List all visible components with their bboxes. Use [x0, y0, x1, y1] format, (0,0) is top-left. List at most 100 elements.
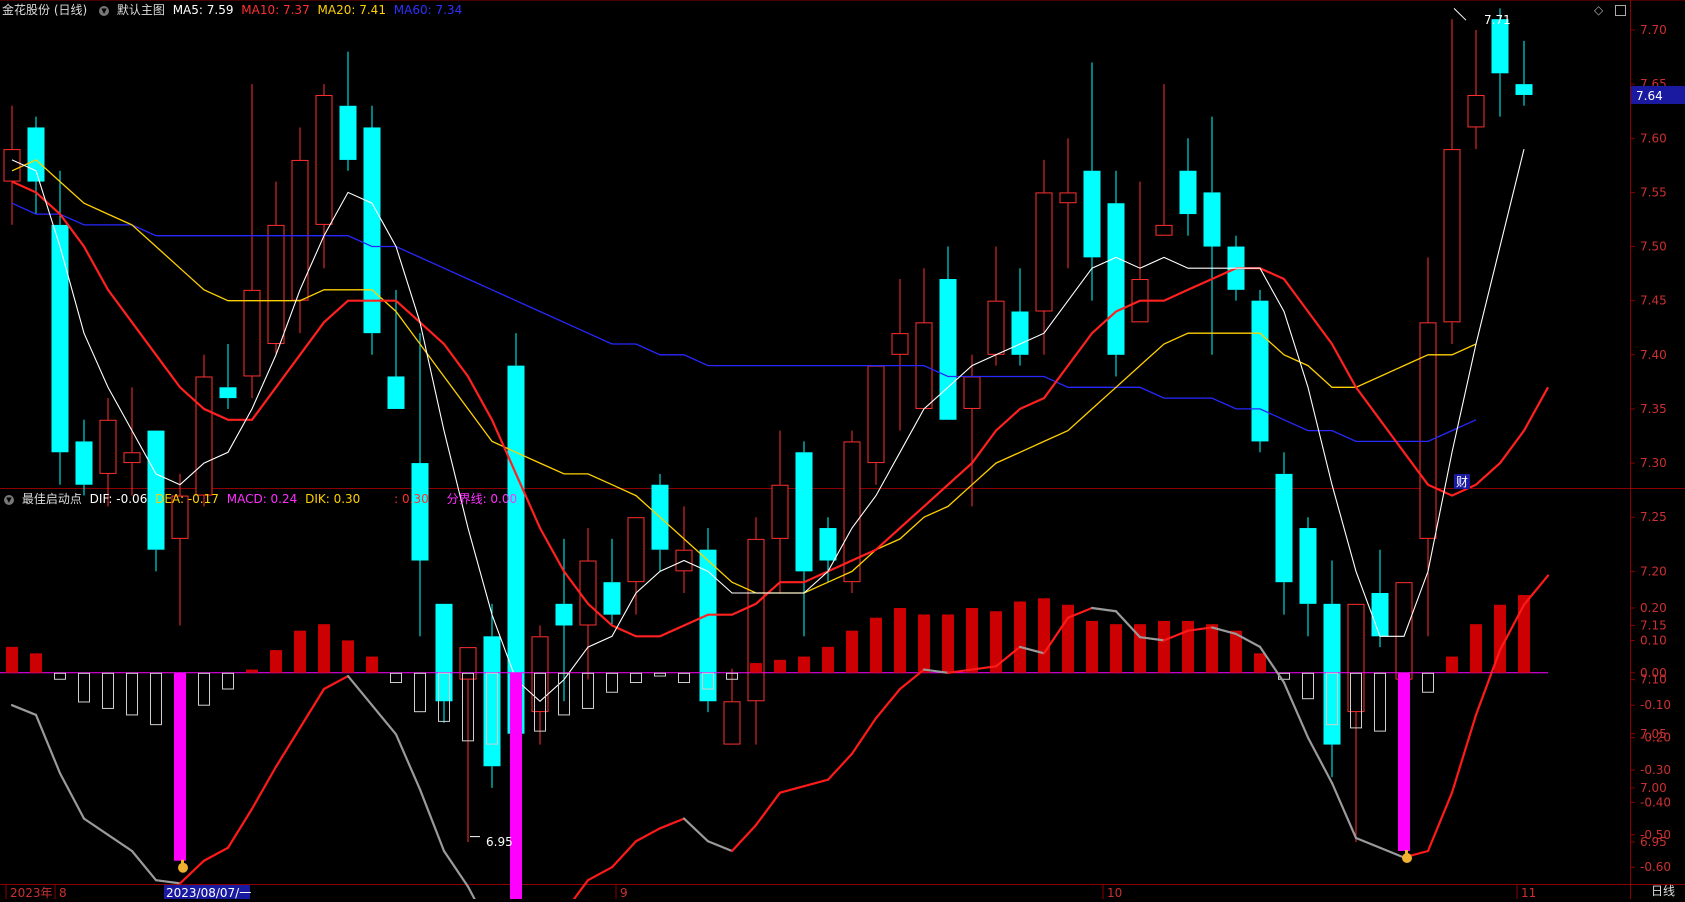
price-axis-label: 7.30 [1640, 456, 1667, 470]
candle[interactable] [1251, 289, 1269, 453]
candle-body-up [1395, 582, 1413, 680]
candle-body-up [771, 484, 789, 539]
price-axis-label: 7.40 [1640, 348, 1667, 362]
diamond-icon[interactable]: ◇ [1594, 2, 1603, 18]
chart-canvas[interactable]: 7.707.657.607.557.507.457.407.357.307.25… [0, 0, 1685, 902]
indicator-axis-label: -0.20 [1640, 731, 1671, 745]
macd-bar-positive [942, 614, 954, 673]
price-axis-label: 7.70 [1640, 23, 1667, 37]
candle-body-up [987, 300, 1005, 355]
candle-body-down [1203, 192, 1221, 247]
indicator-axis-label: 0.20 [1640, 601, 1667, 615]
divider-line-label: 分界线: 0.00 [446, 492, 518, 506]
indicator-name[interactable]: 最佳启动点 [22, 492, 82, 506]
price-axis-label: 7.55 [1640, 185, 1667, 199]
main-chart-header: 金花股份 (日线) ▼ 默认主图 MA5: 7.59 MA10: 7.37 MA… [0, 0, 466, 20]
low-price-label: 6.95 [486, 835, 513, 849]
candle-body-down [555, 603, 573, 626]
candle-body-down [75, 441, 93, 485]
extra-label: : 0.30 [394, 492, 429, 506]
hand-pointer-finger [1405, 850, 1408, 857]
macd-bar-positive [1446, 656, 1458, 673]
candle-body-up [963, 376, 981, 409]
macd-bar-positive [750, 663, 762, 673]
macd-bar-positive [1110, 624, 1122, 673]
macd-bar-positive [966, 608, 978, 673]
macd-bar-positive [822, 646, 834, 673]
price-axis-label: 7.15 [1640, 618, 1667, 632]
signal-bar [174, 672, 186, 861]
price-axis-label: 7.00 [1640, 781, 1667, 795]
macd-bar-positive [294, 630, 306, 673]
indicator-axis-label: -0.60 [1640, 860, 1671, 874]
dea-label: DEA: -0.17 [155, 492, 219, 506]
ma60-label: MA60: 7.34 [393, 3, 463, 17]
macd-label: MACD: 0.24 [226, 492, 298, 506]
period-button[interactable]: 日线 [1643, 884, 1683, 899]
candle[interactable] [363, 105, 381, 355]
window-square-icon[interactable] [1615, 5, 1627, 16]
time-axis-label: 10 [1107, 886, 1122, 899]
macd-bar-positive [846, 630, 858, 673]
indicator-axis-label: 0.00 [1640, 666, 1667, 680]
macd-bar-positive [30, 653, 42, 673]
time-axis-label: 11 [1521, 886, 1536, 899]
collapse-icon[interactable]: ▼ [99, 5, 110, 16]
candle-body-up [3, 149, 21, 182]
macd-bar-positive [1182, 620, 1194, 673]
macd-bar-positive [1254, 653, 1266, 673]
macd-bar-positive [1158, 620, 1170, 673]
macd-bar-positive [1086, 620, 1098, 673]
macd-bar-positive [342, 640, 354, 673]
indicator-axis-label: -0.10 [1640, 698, 1671, 712]
candle-body-up [99, 419, 117, 474]
candle-body-up [195, 376, 213, 496]
candle-body-up [243, 289, 261, 377]
candle-body-down [51, 224, 69, 453]
high-price-label: 7.71 [1484, 13, 1511, 27]
candle[interactable] [195, 354, 213, 507]
macd-bar-positive [1014, 601, 1026, 673]
candle[interactable] [843, 430, 861, 594]
indicator-header: ▼ 最佳启动点 DIF: -0.06 DEA: -0.17 MACD: 0.24… [0, 489, 521, 509]
selected-date-label: 2023/08/07/一 [166, 886, 251, 899]
indicator-axis-label: -0.50 [1640, 828, 1671, 842]
stock-chart-window[interactable]: 7.70 7.65 7.60 7.55 7.50 7.45 7.40 7.35 7.30 7.25… [0, 0, 1685, 902]
candle-body-up [315, 94, 333, 225]
macd-bar-positive [1206, 624, 1218, 673]
price-axis-label: 7.35 [1640, 402, 1667, 416]
macd-bar-positive [6, 646, 18, 673]
macd-bar-positive [366, 656, 378, 673]
price-axis-label: 7.50 [1640, 240, 1667, 254]
dif-label: DIF: -0.06 [89, 492, 148, 506]
stock-name[interactable]: 金花股份 (日线) [2, 3, 87, 17]
theme-label[interactable]: 默认主图 [117, 3, 165, 17]
candle-body-down [387, 376, 405, 409]
macd-bar-positive [918, 614, 930, 673]
macd-bar-positive [318, 624, 330, 673]
ma10-label: MA10: 7.37 [241, 3, 310, 17]
candle-body-down [27, 127, 45, 182]
macd-bar-positive [798, 656, 810, 673]
candle-body-down [219, 387, 237, 399]
candle-body-down [1515, 84, 1533, 95]
toolbar-icons: ◇ [1594, 2, 1627, 18]
candle-body-up [123, 452, 141, 464]
macd-bar-positive [774, 659, 786, 673]
candle-body-up [867, 365, 885, 464]
candle-body-up [627, 517, 645, 583]
indicator-axis-label: -0.30 [1640, 763, 1671, 777]
time-axis-label: 8 [59, 886, 67, 899]
candle-body-up [891, 333, 909, 355]
candle-body-down [1251, 300, 1269, 442]
price-axis-label: 7.20 [1640, 564, 1667, 578]
candle-body-down [339, 105, 357, 160]
dik-label: DIK: 0.30 [305, 492, 361, 506]
macd-bar-positive [894, 608, 906, 673]
indicator-axis-label: 0.10 [1640, 633, 1667, 647]
ma20-label: MA20: 7.41 [317, 3, 386, 17]
candle-body-down [1179, 170, 1197, 215]
collapse-icon[interactable]: ▼ [4, 494, 14, 505]
macd-bar-positive [246, 669, 258, 673]
candle-body-up [1155, 224, 1173, 236]
